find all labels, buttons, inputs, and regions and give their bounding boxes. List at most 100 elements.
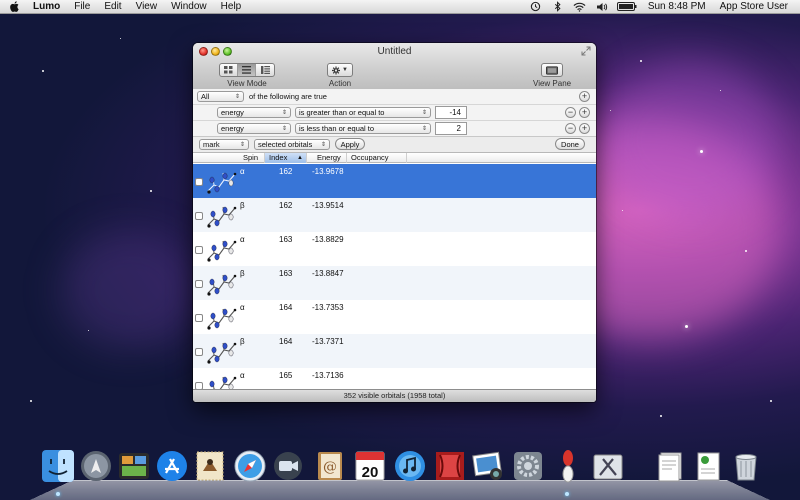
- rule-field-value: energy: [221, 108, 244, 117]
- battery-icon[interactable]: [616, 0, 638, 14]
- add-rule-button[interactable]: +: [579, 91, 590, 102]
- grid-view-icon[interactable]: [220, 64, 238, 76]
- add-rule-button[interactable]: +: [579, 123, 590, 134]
- app-store-icon[interactable]: [154, 448, 190, 484]
- fullscreen-icon[interactable]: [581, 46, 591, 56]
- spin-cell: α: [240, 303, 245, 312]
- menu-file[interactable]: File: [67, 0, 97, 14]
- target-popup[interactable]: selected orbitals ⇕: [254, 139, 330, 150]
- apple-menu-icon[interactable]: [0, 1, 26, 12]
- table-row[interactable]: α 163 -13.8829: [193, 232, 596, 266]
- done-button[interactable]: Done: [555, 138, 585, 150]
- window-title: Untitled: [377, 46, 412, 57]
- apply-button[interactable]: Apply: [335, 138, 365, 150]
- remove-rule-button[interactable]: −: [565, 123, 576, 134]
- mark-checkbox[interactable]: [195, 280, 203, 288]
- index-cell: 165: [279, 371, 293, 380]
- list-view-icon[interactable]: [238, 64, 256, 76]
- filter-match-row: All ⇕ of the following are true +: [193, 89, 596, 105]
- menu-app-name[interactable]: Lumo: [26, 0, 67, 14]
- system-preferences-icon[interactable]: [510, 448, 546, 484]
- table-row[interactable]: α 162 -13.9678: [193, 164, 596, 198]
- view-pane-button[interactable]: [541, 63, 564, 77]
- column-header-occupancy[interactable]: Occupancy: [347, 153, 407, 163]
- menu-clock[interactable]: Sun 8:48 PM: [641, 0, 713, 14]
- table-row[interactable]: β 164 -13.7371: [193, 334, 596, 368]
- mark-action-popup[interactable]: mark ⇕: [199, 139, 249, 150]
- table-row[interactable]: α 164 -13.7353: [193, 300, 596, 334]
- launchpad-icon[interactable]: [78, 448, 114, 484]
- rule-field-popup[interactable]: energy ⇕: [217, 123, 291, 134]
- documents-stack-icon[interactable]: [652, 448, 688, 484]
- column-view-icon[interactable]: [256, 64, 274, 76]
- table-row[interactable]: β 163 -13.8847: [193, 266, 596, 300]
- orbital-table-header: Spin Index ▲ Energy Occupancy: [193, 153, 596, 163]
- menu-window[interactable]: Window: [164, 0, 214, 14]
- mark-checkbox[interactable]: [195, 246, 203, 254]
- iphoto-icon[interactable]: [470, 448, 506, 484]
- menu-help[interactable]: Help: [214, 0, 249, 14]
- lumo-orbital-icon[interactable]: [550, 448, 586, 484]
- menu-view[interactable]: View: [129, 0, 165, 14]
- mission-control-icon[interactable]: [116, 448, 152, 484]
- time-machine-icon[interactable]: [528, 0, 544, 14]
- energy-cell: -13.7353: [312, 303, 344, 312]
- window-titlebar[interactable]: Untitled View Mode ▼ Action View Pane: [193, 43, 596, 91]
- table-row[interactable]: α 165 -13.7136: [193, 368, 596, 390]
- rule-value-field[interactable]: 2: [435, 122, 467, 135]
- match-popup[interactable]: All ⇕: [197, 91, 244, 102]
- rule-field-popup[interactable]: energy ⇕: [217, 107, 291, 118]
- mark-checkbox[interactable]: [195, 178, 203, 186]
- view-mode-group: View Mode: [219, 63, 275, 88]
- gear-icon: [332, 65, 341, 75]
- ical-icon[interactable]: 20: [352, 448, 388, 484]
- energy-cell: -13.7136: [312, 371, 344, 380]
- photo-booth-icon[interactable]: [432, 448, 468, 484]
- menu-bar: Lumo File Edit View Window Help Sun 8:48…: [0, 0, 800, 14]
- energy-cell: -13.8829: [312, 235, 344, 244]
- rule-operator-value: is greater than or equal to: [299, 108, 385, 117]
- wifi-icon[interactable]: [572, 0, 588, 14]
- index-cell: 163: [279, 269, 293, 278]
- itunes-icon[interactable]: [392, 448, 428, 484]
- chevron-down-icon: ▼: [342, 67, 348, 73]
- menu-user[interactable]: App Store User: [713, 0, 800, 14]
- rule-operator-popup[interactable]: is greater than or equal to ⇕: [295, 107, 431, 118]
- energy-cell: -13.9678: [312, 167, 344, 176]
- index-cell: 162: [279, 167, 293, 176]
- ical-day: 20: [362, 464, 379, 481]
- column-header-index[interactable]: Index ▲: [265, 153, 307, 163]
- utilities-icon[interactable]: [590, 448, 626, 484]
- downloads-stack-icon[interactable]: [690, 448, 726, 484]
- popup-arrows-icon: ⇕: [234, 94, 240, 100]
- column-header-spin[interactable]: Spin: [239, 153, 265, 163]
- trash-icon[interactable]: [728, 448, 764, 484]
- menu-edit[interactable]: Edit: [97, 0, 128, 14]
- mark-checkbox[interactable]: [195, 212, 203, 220]
- view-pane-group: View Pane: [533, 63, 571, 88]
- add-rule-button[interactable]: +: [579, 107, 590, 118]
- action-button[interactable]: ▼: [327, 63, 353, 77]
- popup-arrows-icon: ⇕: [281, 110, 287, 116]
- mark-checkbox[interactable]: [195, 348, 203, 356]
- bluetooth-icon[interactable]: [550, 0, 566, 14]
- rule-value-field[interactable]: -14: [435, 106, 467, 119]
- orbital-table[interactable]: α 162 -13.9678 β 162 -13.9514 α 163 -13.8829 β 163…: [193, 164, 596, 390]
- safari-icon[interactable]: [232, 448, 268, 484]
- filter-rule-row: energy ⇕ is greater than or equal to ⇕ -14…: [193, 105, 596, 121]
- facetime-icon[interactable]: [270, 448, 306, 484]
- running-indicator: [565, 492, 569, 496]
- view-mode-segmented-control[interactable]: [219, 63, 275, 77]
- table-row[interactable]: β 162 -13.9514: [193, 198, 596, 232]
- mark-checkbox[interactable]: [195, 314, 203, 322]
- column-header-energy[interactable]: Energy: [307, 153, 347, 163]
- mail-stamp-icon[interactable]: [192, 448, 228, 484]
- rule-operator-popup[interactable]: is less than or equal to ⇕: [295, 123, 431, 134]
- orbital-thumbnail-icon: [207, 308, 237, 330]
- orbital-thumbnail-icon: [207, 172, 237, 194]
- finder-icon[interactable]: [40, 448, 76, 484]
- energy-cell: -13.8847: [312, 269, 344, 278]
- volume-icon[interactable]: [594, 0, 610, 14]
- address-book-icon[interactable]: @: [312, 448, 348, 484]
- remove-rule-button[interactable]: −: [565, 107, 576, 118]
